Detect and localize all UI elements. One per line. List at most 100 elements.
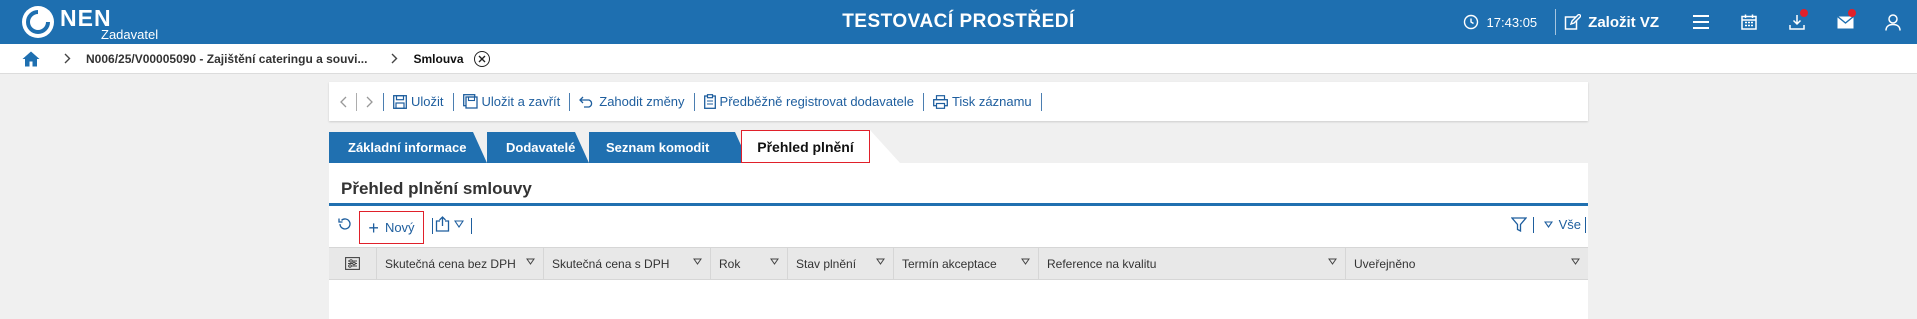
notification-dot (1848, 9, 1856, 17)
tab-corner (870, 130, 900, 163)
messages-button[interactable] (1821, 0, 1869, 44)
column-settings-icon (345, 257, 360, 270)
divider (693, 92, 695, 111)
preregister-supplier-label: Předběžně registrovat dodavatele (719, 94, 914, 109)
downloads-button[interactable] (1773, 0, 1821, 44)
discard-changes-button[interactable]: Zahodit změny (579, 94, 685, 109)
divider (1585, 216, 1586, 233)
divider (432, 218, 433, 234)
undo-icon (579, 96, 593, 108)
save-close-icon (462, 94, 478, 109)
column-settings-button[interactable] (329, 248, 377, 279)
save-and-close-button[interactable]: Uložit a zavřít (462, 94, 560, 109)
column-label: Rok (719, 256, 741, 271)
plus-icon: + (368, 217, 379, 238)
column-label: Termín akceptace (902, 256, 997, 271)
sort-filter-icon (1571, 258, 1580, 265)
print-record-label: Tisk záznamu (951, 94, 1032, 109)
save-label: Uložit (411, 94, 444, 109)
tab-suppliers[interactable]: Dodavatelé (487, 132, 589, 163)
refresh-icon[interactable] (337, 216, 353, 235)
close-icon[interactable] (473, 50, 490, 67)
top-bar: NEN Zadavatel TESTOVACÍ PROSTŘEDÍ 17:43:… (0, 0, 1917, 44)
column-label: Uveřejněno (1354, 256, 1416, 271)
tab-basic-info[interactable]: Základní informace (329, 132, 487, 163)
tab-performance-overview[interactable]: Přehled plnění (741, 130, 870, 163)
clipboard-icon (703, 94, 716, 109)
forward-arrow-icon[interactable] (366, 96, 374, 108)
tab-label: Přehled plnění (757, 138, 854, 155)
column-label: Reference na kvalitu (1047, 256, 1157, 271)
menu-button[interactable] (1677, 0, 1725, 44)
create-vz-label: Založit VZ (1588, 13, 1659, 31)
print-record-button[interactable]: Tisk záznamu (932, 94, 1032, 109)
column-header-price-excl-vat[interactable]: Skutečná cena bez DPH (377, 248, 544, 279)
column-label: Skutečná cena bez DPH (385, 256, 516, 271)
column-header-price-incl-vat[interactable]: Skutečná cena s DPH (544, 248, 711, 279)
mail-icon (1836, 15, 1854, 28)
grid-toolbar: + Nový Vše (329, 206, 1588, 244)
nen-logo[interactable]: NEN (22, 6, 112, 38)
create-vz-button[interactable]: Založit VZ (1564, 13, 1659, 31)
filter-icon[interactable] (1510, 217, 1527, 232)
sort-filter-icon (876, 258, 885, 265)
sort-filter-icon (770, 258, 779, 265)
chevron-down-icon (1543, 221, 1553, 228)
logo-subtitle: Zadavatel (101, 27, 159, 42)
divider (452, 92, 454, 111)
notification-dot (1800, 9, 1808, 17)
column-label: Skutečná cena s DPH (552, 256, 670, 271)
breadcrumb: N006/25/V00005090 - Zajištění cateringu … (0, 44, 1917, 74)
session-timer: 17:43:05 (1463, 14, 1538, 30)
tab-label: Dodavatelé (506, 140, 576, 155)
tab-label: Základní informace (348, 140, 467, 155)
sort-filter-icon (1328, 258, 1337, 265)
print-icon (932, 94, 948, 109)
divider (1040, 92, 1042, 111)
calendar-icon (1741, 14, 1757, 30)
chevron-down-icon (454, 220, 464, 228)
calendar-button[interactable] (1725, 0, 1773, 44)
preregister-supplier-button[interactable]: Předběžně registrovat dodavatele (703, 94, 914, 109)
new-record-button[interactable]: + Nový (359, 211, 424, 244)
divider (1532, 216, 1534, 233)
home-button[interactable] (22, 51, 40, 67)
column-header-year[interactable]: Rok (711, 248, 788, 279)
tab-commodities[interactable]: Seznam komodit (589, 132, 749, 163)
form-toolbar: Uložit Uložit a zavřít Zahodit změny Pře… (329, 82, 1588, 121)
performance-section: Přehled plnění smlouvy + Nový Vše Skuteč… (329, 163, 1588, 319)
divider (569, 92, 571, 111)
section-title: Přehled plnění smlouvy (341, 179, 532, 198)
session-time: 17:43:05 (1486, 14, 1538, 30)
table-header: Skutečná cena bez DPH Skutečná cena s DP… (329, 247, 1588, 280)
column-header-quality-reference[interactable]: Reference na kvalitu (1039, 248, 1346, 279)
sort-filter-icon (526, 258, 535, 265)
discard-changes-label: Zahodit změny (599, 94, 685, 109)
chevron-right-icon (64, 53, 71, 64)
breadcrumb-item-tender[interactable]: N006/25/V00005090 - Zajištění cateringu … (86, 52, 367, 66)
view-filter-label: Vše (1558, 217, 1581, 232)
sort-filter-icon (693, 258, 702, 265)
back-arrow-icon[interactable] (339, 96, 347, 108)
export-icon[interactable] (435, 216, 464, 232)
divider (471, 218, 472, 234)
column-header-status[interactable]: Stav plnění (788, 248, 894, 279)
edit-icon (1564, 13, 1582, 30)
column-header-published[interactable]: Uveřejněno (1346, 248, 1588, 279)
user-icon (1885, 13, 1901, 31)
column-header-acceptance-date[interactable]: Termín akceptace (894, 248, 1039, 279)
home-icon (22, 51, 40, 66)
user-button[interactable] (1869, 0, 1917, 44)
topbar-actions: 17:43:05 Založit VZ (1463, 0, 1917, 44)
view-filter-dropdown[interactable]: Vše (1543, 217, 1581, 232)
sort-filter-icon (1021, 258, 1030, 265)
save-button[interactable]: Uložit (393, 94, 444, 109)
chevron-right-icon (391, 53, 398, 64)
divider (1555, 9, 1557, 35)
logo-emblem-icon (22, 6, 54, 38)
clock-icon (1463, 14, 1478, 30)
menu-icon (1693, 15, 1709, 29)
tab-label: Seznam komodit (606, 140, 710, 155)
breadcrumb-item-current: Smlouva (413, 51, 464, 66)
column-label: Stav plnění (796, 256, 857, 271)
